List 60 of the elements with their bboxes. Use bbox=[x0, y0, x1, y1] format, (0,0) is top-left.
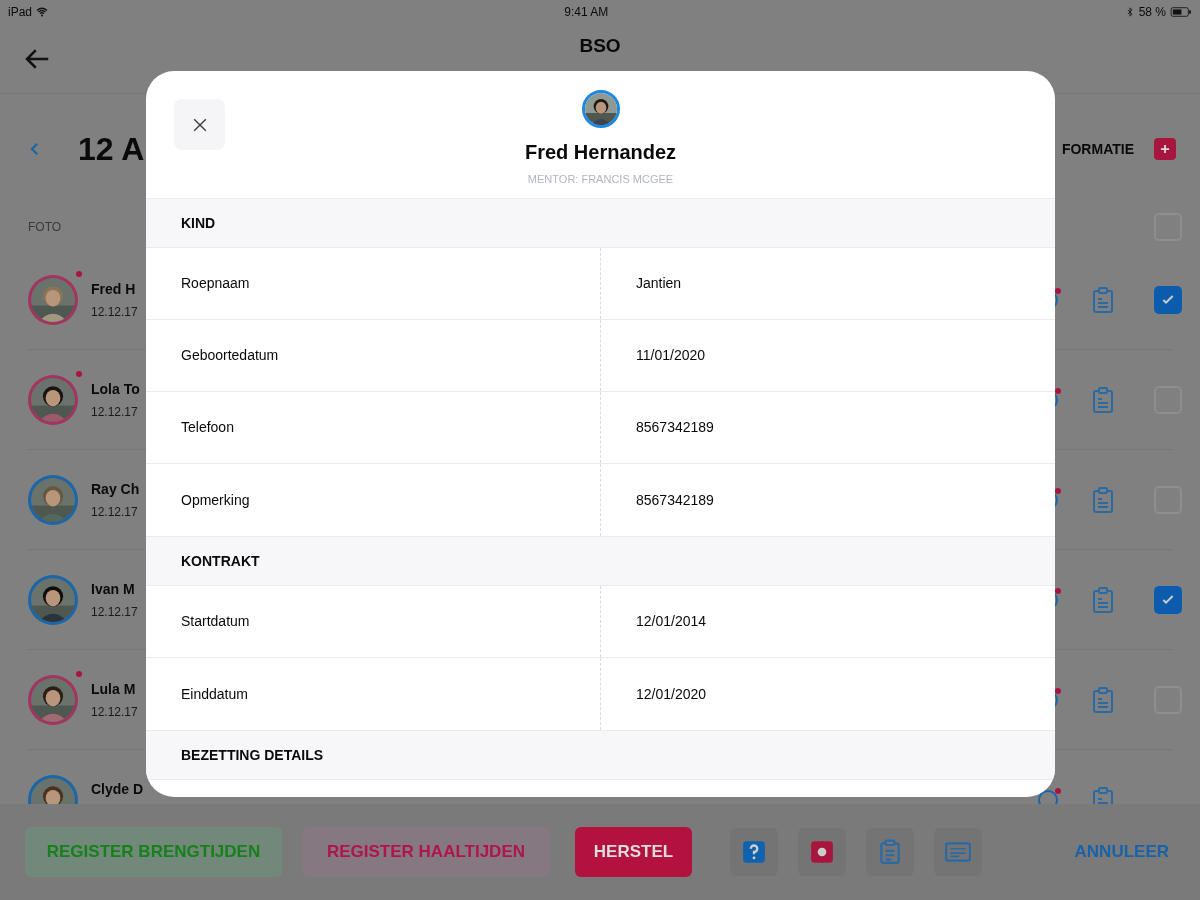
wifi-icon bbox=[36, 6, 49, 18]
help-button[interactable] bbox=[730, 828, 778, 876]
id-card-button[interactable] bbox=[934, 828, 982, 876]
field-label: Einddatum bbox=[181, 684, 248, 704]
close-button[interactable] bbox=[174, 99, 225, 150]
clipboard-icon[interactable] bbox=[1091, 586, 1115, 613]
plus-icon bbox=[1158, 142, 1172, 156]
status-icon[interactable] bbox=[1037, 787, 1061, 804]
battery-percentage: 58 % bbox=[1138, 4, 1166, 21]
section-title: KONTRAKT bbox=[181, 551, 260, 571]
clipboard-button[interactable] bbox=[866, 828, 914, 876]
register-button[interactable]: REGISTER BRENGTIJDEN bbox=[25, 827, 282, 877]
record-button[interactable] bbox=[798, 828, 846, 876]
help-icon bbox=[741, 839, 767, 865]
field-value: 8567342189 bbox=[636, 418, 714, 437]
section-title: BEZETTING DETAILS bbox=[181, 745, 324, 765]
row-date: 12.12.17 bbox=[91, 703, 138, 721]
column-label: FOTO bbox=[28, 219, 62, 236]
field-label: Opmerking bbox=[181, 490, 250, 510]
field-label: Startdatum bbox=[181, 612, 250, 631]
clock-time: 9:41 AM bbox=[564, 4, 609, 21]
child-name: Clyde D bbox=[91, 780, 144, 798]
add-button[interactable] bbox=[1154, 138, 1176, 160]
id-card-icon bbox=[945, 839, 971, 865]
child-name: Ray Ch bbox=[91, 480, 140, 498]
field-label: Telefoon bbox=[181, 418, 234, 437]
clipboard-icon[interactable] bbox=[1091, 386, 1115, 413]
clipboard-icon[interactable] bbox=[1091, 486, 1115, 513]
row-date: 12.12.17 bbox=[91, 603, 138, 621]
information-link[interactable]: FORMATIE bbox=[1061, 138, 1134, 160]
child-name: Lula M bbox=[91, 680, 137, 698]
row-date: 12.12.17 bbox=[91, 503, 139, 521]
device-label: iPad bbox=[8, 4, 33, 21]
section-title: KIND bbox=[181, 213, 216, 233]
row-checkbox[interactable] bbox=[1154, 285, 1182, 314]
date-heading: 12 A bbox=[78, 130, 145, 169]
child-name: Ivan M bbox=[91, 580, 136, 598]
clipboard-icon[interactable] bbox=[1091, 286, 1115, 313]
row-date: 12.12.17 bbox=[91, 303, 138, 321]
field-value: 8567342189 bbox=[636, 490, 714, 510]
child-name: Lola To bbox=[91, 380, 140, 398]
mentor-label: MENTOR: FRANCIS MCGEE bbox=[527, 172, 674, 187]
page-title: BSO bbox=[579, 34, 621, 58]
clipboard-icon[interactable] bbox=[1091, 686, 1115, 713]
clipboard-icon bbox=[877, 839, 903, 865]
child-name: Fred H bbox=[91, 280, 137, 298]
field-value: 11/01/2020 bbox=[636, 346, 706, 365]
register-button[interactable]: REGISTER HAALTIJDEN bbox=[302, 827, 550, 877]
reset-button[interactable]: HERSTEL bbox=[575, 827, 692, 877]
field-label: Geboortedatum bbox=[181, 346, 279, 365]
field-value: 12/01/2020 bbox=[636, 684, 707, 704]
field-value: 12/01/2014 bbox=[636, 612, 707, 631]
field-label: Roepnaam bbox=[181, 274, 250, 293]
row-checkbox[interactable] bbox=[1154, 585, 1182, 614]
row-date: 12.12.17 bbox=[91, 403, 139, 421]
field-value: Jantien bbox=[636, 274, 682, 293]
record-icon bbox=[809, 839, 835, 865]
battery-icon bbox=[1170, 6, 1192, 18]
child-name: Fred Hernandez bbox=[524, 140, 677, 165]
cancel-button[interactable]: ANNULEER bbox=[1074, 839, 1169, 865]
